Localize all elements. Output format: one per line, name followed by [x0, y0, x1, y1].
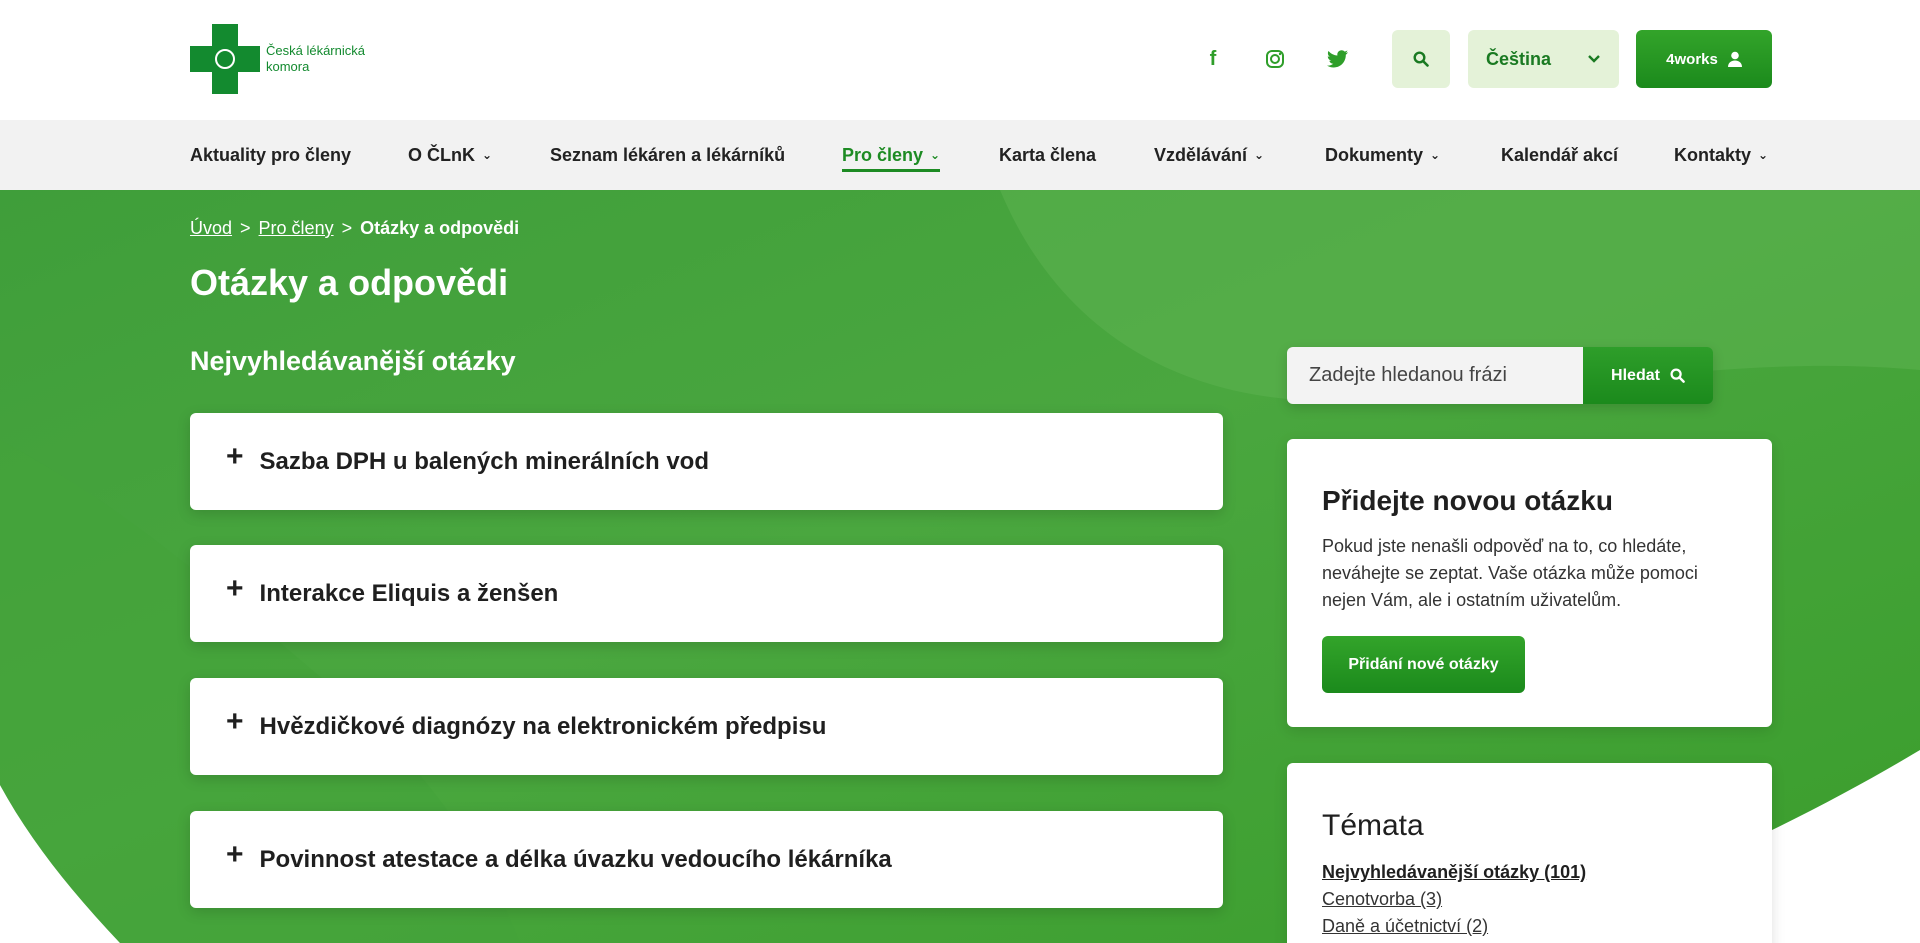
chevron-down-icon: ⌄ — [1758, 148, 1769, 162]
breadcrumb-current: Otázky a odpovědi — [360, 218, 520, 238]
nav-item-aktuality[interactable]: Aktuality pro členy — [190, 120, 351, 190]
nav-item-kalendar-akci[interactable]: Kalendář akcí — [1501, 120, 1618, 190]
user-icon — [1727, 51, 1742, 67]
pharmacy-cross-logo-icon — [190, 24, 260, 94]
account-label: 4works — [1666, 50, 1718, 68]
main-navigation: Aktuality pro členy O ČLnK ⌄ Seznam lékár… — [0, 120, 1920, 190]
site-header: Česká lékárnická komora f Čeština 4works — [0, 0, 1920, 120]
question-title: Sazba DPH u balených minerálních vod — [259, 447, 709, 475]
topics-title: Témata — [1322, 809, 1424, 842]
nav-label: Seznam lékáren a lékárníků — [550, 144, 786, 165]
facebook-icon[interactable]: f — [1198, 44, 1228, 74]
breadcrumb: Úvod > Pro členy > Otázky a odpovědi — [190, 218, 519, 239]
twitter-icon[interactable] — [1323, 44, 1353, 74]
question-accordion-item[interactable]: + Povinnost atestace a délka úvazku vedo… — [190, 811, 1223, 908]
breadcrumb-separator: > — [341, 218, 353, 238]
nav-item-seznam-lekaren[interactable]: Seznam lékáren a lékárníků — [550, 120, 785, 190]
nav-item-o-clnk[interactable]: O ČLnK ⌄ — [408, 120, 492, 190]
page-title: Otázky a odpovědi — [190, 262, 509, 303]
question-title: Interakce Eliquis a ženšen — [259, 579, 559, 607]
search-button[interactable]: Hledat — [1583, 347, 1713, 404]
nav-label: Karta člena — [999, 144, 1097, 165]
topic-link[interactable]: Daně a účetnictví (2) — [1322, 913, 1737, 940]
logo-text: Česká lékárnická komora — [266, 43, 365, 74]
section-title: Nejvyhledávanější otázky — [190, 346, 516, 376]
topic-link[interactable]: Cenotvorba (3) — [1322, 886, 1737, 913]
nav-label: Kontakty — [1674, 144, 1752, 165]
question-accordion-item[interactable]: + Sazba DPH u balených minerálních vod — [190, 413, 1223, 510]
search-icon — [1413, 51, 1429, 67]
breadcrumb-parent-link[interactable]: Pro členy — [259, 218, 334, 239]
topic-link[interactable]: Nejvyhledávanější otázky (101) — [1322, 859, 1737, 886]
language-label: Čeština — [1486, 48, 1552, 69]
header-search-button[interactable] — [1392, 30, 1450, 88]
nav-label: Pro členy — [842, 144, 924, 165]
plus-icon: + — [226, 571, 244, 605]
search-icon — [1670, 368, 1685, 383]
nav-item-kontakty[interactable]: Kontakty ⌄ — [1674, 120, 1768, 190]
search-button-label: Hledat — [1611, 366, 1660, 384]
chevron-down-icon: ⌄ — [1254, 148, 1265, 162]
nav-item-vzdelavani[interactable]: Vzdělávání ⌄ — [1154, 120, 1264, 190]
chevron-down-icon — [1588, 55, 1600, 63]
nav-label: Vzdělávání — [1154, 144, 1248, 165]
add-question-title: Přidejte novou otázku — [1322, 485, 1613, 516]
instagram-icon[interactable] — [1260, 44, 1290, 74]
question-title: Hvězdičkové diagnózy na elektronickém př… — [259, 712, 827, 740]
chevron-down-icon: ⌄ — [930, 148, 941, 162]
nav-item-pro-cleny[interactable]: Pro členy ⌄ — [842, 120, 941, 190]
logo[interactable]: Česká lékárnická komora — [190, 24, 386, 94]
nav-label: O ČLnK — [408, 144, 475, 165]
add-question-text: Pokud jste nenašli odpověď na to, co hle… — [1322, 536, 1698, 610]
question-title: Povinnost atestace a délka úvazku vedouc… — [259, 845, 892, 873]
add-question-button[interactable]: Přidání nové otázky — [1322, 636, 1525, 693]
language-select[interactable]: Čeština — [1468, 30, 1619, 88]
nav-label: Dokumenty — [1325, 144, 1424, 165]
nav-item-dokumenty[interactable]: Dokumenty ⌄ — [1325, 120, 1440, 190]
nav-item-karta-clena[interactable]: Karta člena — [999, 120, 1096, 190]
breadcrumb-separator: > — [240, 218, 251, 238]
breadcrumb-home-link[interactable]: Úvod — [190, 218, 232, 239]
plus-icon: + — [226, 837, 244, 871]
chevron-down-icon: ⌄ — [482, 148, 493, 162]
question-accordion-item[interactable]: + Interakce Eliquis a ženšen — [190, 545, 1223, 642]
plus-icon: + — [226, 439, 244, 473]
add-question-card: Přidejte novou otázku Pokud jste nenašli… — [1287, 439, 1772, 727]
chevron-down-icon: ⌄ — [1430, 148, 1441, 162]
question-accordion-item[interactable]: + Hvězdičkové diagnózy na elektronickém … — [190, 678, 1223, 775]
faq-search: Hledat — [1287, 347, 1713, 404]
account-button[interactable]: 4works — [1636, 30, 1772, 88]
plus-icon: + — [226, 704, 244, 738]
topics-card: Témata Nejvyhledávanější otázky (101) Ce… — [1287, 763, 1772, 943]
nav-label: Kalendář akcí — [1501, 144, 1619, 165]
nav-label: Aktuality pro členy — [190, 144, 352, 165]
search-input[interactable] — [1287, 347, 1583, 404]
